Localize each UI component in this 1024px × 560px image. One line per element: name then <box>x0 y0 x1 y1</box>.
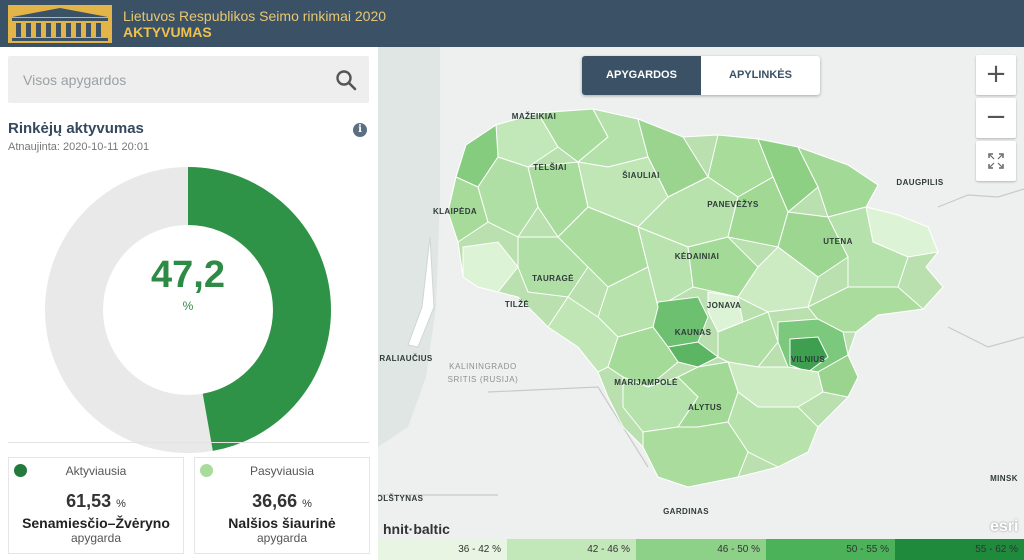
legend-label: 36 - 42 % <box>458 544 501 555</box>
zoom-in-button[interactable]: + <box>976 55 1016 95</box>
legend-label: 42 - 46 % <box>587 544 630 555</box>
most-active-sub: apygarda <box>70 531 122 545</box>
zoom-out-button[interactable]: − <box>976 98 1016 138</box>
city-label: MAŽEIKIAI <box>512 112 557 121</box>
legend-item: 55 - 62 % <box>895 539 1024 560</box>
city-label: MARIJAMPOLĖ <box>614 378 678 387</box>
city-label: KĖDAINIAI <box>675 252 720 261</box>
least-active-district: Nalšios šiaurinė <box>228 515 336 531</box>
choropleth-map[interactable]: MAŽEIKIAI TELŠIAI ŠIAULIAI KLAIPĖDA PANE… <box>378 47 1024 539</box>
least-active-unit: % <box>302 498 312 510</box>
city-label: KAUNAS <box>675 328 712 337</box>
app-title: Lietuvos Respublikos Seimo rinkimai 2020 <box>123 8 387 24</box>
app-header: Lietuvos Respublikos Seimo rinkimai 2020… <box>0 0 1024 47</box>
border-line <box>937 188 1024 208</box>
sidebar: Visos apygardos Rinkėjų aktyvumas i Atna… <box>0 47 378 560</box>
district-search-input[interactable]: Visos apygardos <box>8 56 369 103</box>
city-label: TELŠIAI <box>533 163 566 172</box>
district-area[interactable] <box>642 421 749 488</box>
most-active-value: 61,53 % <box>9 491 183 512</box>
seimas-building-logo <box>8 5 112 43</box>
most-active-number: 61,53 <box>66 491 112 511</box>
search-icon[interactable] <box>335 69 357 91</box>
tab-apygardos[interactable]: APYGARDOS <box>582 56 701 95</box>
most-active-card[interactable]: Aktyviausia 61,53 % Senamiesčio–Žvėryno … <box>8 457 184 554</box>
city-label: VILNIUS <box>791 355 826 364</box>
info-icon[interactable]: i <box>353 123 367 137</box>
most-active-label: Aktyviausia <box>65 464 127 478</box>
updated-timestamp: Atnaujinta: 2020-10-11 20:01 <box>8 141 150 153</box>
legend-label: 50 - 55 % <box>846 544 889 555</box>
expand-icon <box>988 153 1004 169</box>
city-label: GARDINAS <box>663 507 709 516</box>
legend-item: 36 - 42 % <box>378 539 507 560</box>
map-legend: 36 - 42 % 42 - 46 % 46 - 50 % 50 - 55 % … <box>378 539 1024 560</box>
divider <box>8 442 369 443</box>
section-title: Rinkėjų aktyvumas <box>8 120 144 137</box>
city-label: DAUGPILIS <box>896 178 943 187</box>
city-label: ŠIAULIAI <box>622 171 659 180</box>
legend-item: 50 - 55 % <box>766 539 895 560</box>
city-label: RALIAUČIUS <box>379 354 433 363</box>
hnit-baltic-logo: hnit·baltic <box>383 521 450 537</box>
view-toggle: APYGARDOS APYLINKĖS <box>582 56 820 95</box>
legend-label: 55 - 62 % <box>975 544 1018 555</box>
most-active-unit: % <box>116 498 126 510</box>
city-label: TAURAGĖ <box>532 274 574 283</box>
least-active-sub: apygarda <box>256 531 308 545</box>
city-label: KLAIPĖDA <box>433 207 477 216</box>
legend-label: 46 - 50 % <box>717 544 760 555</box>
city-label: TILŽĖ <box>505 300 529 309</box>
turnout-value: 47,2 <box>151 254 225 296</box>
city-label: PANEVĖŽYS <box>707 200 759 209</box>
least-active-value: 36,66 % <box>195 491 369 512</box>
search-placeholder: Visos apygardos <box>23 72 127 88</box>
tab-apylinkes[interactable]: APYLINKĖS <box>701 56 820 95</box>
map-view[interactable]: MAŽEIKIAI TELŠIAI ŠIAULIAI KLAIPĖDA PANE… <box>378 47 1024 539</box>
app-subtitle: AKTYVUMAS <box>123 24 212 40</box>
city-label: OLŠTYNAS <box>378 494 424 503</box>
least-active-number: 36,66 <box>252 491 298 511</box>
city-label: JONAVA <box>707 301 742 310</box>
esri-logo: esri <box>990 518 1019 535</box>
least-active-label: Pasyviausia <box>249 464 315 478</box>
fullscreen-button[interactable] <box>976 141 1016 181</box>
legend-item: 42 - 46 % <box>507 539 636 560</box>
region-label: SRITIS (RUSIJA) <box>448 375 519 384</box>
region-label: KALININGRADO <box>449 362 517 371</box>
turnout-unit: % <box>182 299 194 313</box>
city-label: ALYTUS <box>688 403 722 412</box>
most-active-district: Senamiesčio–Žvėryno <box>22 515 170 531</box>
least-active-card[interactable]: Pasyviausia 36,66 % Nalšios šiaurinė apy… <box>194 457 370 554</box>
city-label: UTENA <box>823 237 853 246</box>
legend-item: 46 - 50 % <box>636 539 766 560</box>
city-label: MINSK <box>990 474 1018 483</box>
border-line <box>947 326 1024 348</box>
